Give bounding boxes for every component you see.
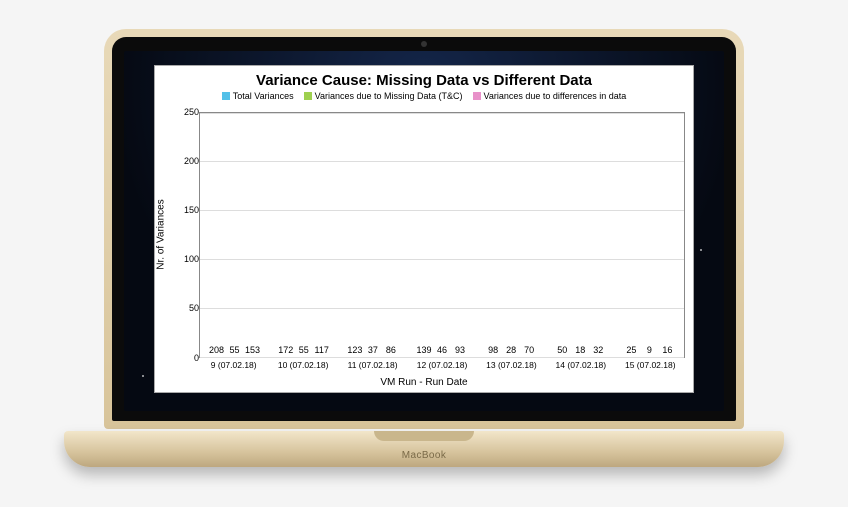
y-axis-label: Nr. of Variances bbox=[156, 199, 167, 269]
bar-value-label: 86 bbox=[386, 345, 396, 355]
x-axis-ticks: 9 (07.02.18) 10 (07.02.18) 11 (07.02.18) 12… bbox=[199, 360, 685, 374]
bar-value-label: 46 bbox=[437, 345, 447, 355]
chart-title: Variance Cause: Missing Data vs Differen… bbox=[155, 72, 693, 89]
y-tick-label: 100 bbox=[177, 254, 199, 264]
bar-value-label: 28 bbox=[506, 345, 516, 355]
x-tick-label: 13 (07.02.18) bbox=[486, 360, 537, 370]
legend-item: Variances due to Missing Data (T&C) bbox=[304, 91, 463, 101]
bar-value-label: 9 bbox=[647, 345, 652, 355]
bar-value-label: 208 bbox=[209, 345, 224, 355]
bar-value-label: 55 bbox=[299, 345, 309, 355]
trackpad-notch bbox=[374, 431, 474, 441]
bar-value-label: 16 bbox=[662, 345, 672, 355]
x-tick-label: 11 (07.02.18) bbox=[348, 360, 398, 370]
screen-bezel: Variance Cause: Missing Data vs Differen… bbox=[112, 37, 736, 421]
laptop-frame: Variance Cause: Missing Data vs Differen… bbox=[64, 29, 784, 479]
legend-label: Total Variances bbox=[233, 91, 294, 101]
chart-panel: Variance Cause: Missing Data vs Differen… bbox=[154, 65, 694, 393]
gridline bbox=[200, 161, 684, 162]
camera-dot bbox=[421, 41, 427, 47]
legend-swatch bbox=[473, 92, 481, 100]
gridline bbox=[200, 308, 684, 309]
bar-value-label: 117 bbox=[315, 345, 329, 355]
legend-swatch bbox=[222, 92, 230, 100]
bar-value-label: 139 bbox=[416, 345, 431, 355]
bar-value-label: 93 bbox=[455, 345, 465, 355]
y-tick-label: 200 bbox=[177, 156, 199, 166]
laptop-lid: Variance Cause: Missing Data vs Differen… bbox=[104, 29, 744, 429]
bar-value-label: 172 bbox=[278, 345, 293, 355]
x-tick-label: 10 (07.02.18) bbox=[278, 360, 329, 370]
stage: Variance Cause: Missing Data vs Differen… bbox=[0, 0, 848, 507]
gridline bbox=[200, 210, 684, 211]
laptop-base: MacBook bbox=[64, 431, 784, 467]
bar-value-label: 55 bbox=[230, 345, 240, 355]
x-tick-label: 15 (07.02.18) bbox=[625, 360, 676, 370]
legend-swatch bbox=[304, 92, 312, 100]
y-tick-label: 150 bbox=[177, 205, 199, 215]
chart-legend: Total Variances Variances due to Missing … bbox=[155, 91, 693, 101]
bar-value-label: 153 bbox=[245, 345, 260, 355]
y-tick-label: 0 bbox=[177, 353, 199, 363]
y-tick-label: 250 bbox=[177, 107, 199, 117]
gridline bbox=[200, 259, 684, 260]
legend-label: Variances due to Missing Data (T&C) bbox=[315, 91, 463, 101]
bar-value-label: 50 bbox=[557, 345, 567, 355]
bar-value-label: 18 bbox=[575, 345, 585, 355]
y-tick-label: 50 bbox=[177, 303, 199, 313]
y-axis-ticks: 050100150200250 bbox=[181, 112, 199, 358]
star-icon bbox=[142, 375, 144, 377]
bar-value-label: 25 bbox=[626, 345, 636, 355]
bar-value-label: 123 bbox=[347, 345, 362, 355]
x-tick-label: 14 (07.02.18) bbox=[556, 360, 607, 370]
legend-item: Variances due to differences in data bbox=[473, 91, 627, 101]
bar-value-label: 32 bbox=[593, 345, 603, 355]
star-icon bbox=[700, 249, 702, 251]
brand-label: MacBook bbox=[402, 450, 447, 461]
gridline bbox=[200, 357, 684, 358]
x-axis-label: VM Run - Run Date bbox=[155, 377, 693, 388]
legend-label: Variances due to differences in data bbox=[484, 91, 627, 101]
bar-value-label: 37 bbox=[368, 345, 378, 355]
desktop-wallpaper: Variance Cause: Missing Data vs Differen… bbox=[124, 51, 724, 411]
x-tick-label: 12 (07.02.18) bbox=[417, 360, 468, 370]
legend-item: Total Variances bbox=[222, 91, 294, 101]
plot-area: 208 55 153 172 55 117 123 37 86 139 46 93 98 28 70 50 18… bbox=[199, 112, 685, 358]
bar-value-label: 98 bbox=[488, 345, 498, 355]
plot-area-wrap: 208 55 153 172 55 117 123 37 86 139 46 93 98 28 70 50 18… bbox=[199, 112, 685, 358]
x-tick-label: 9 (07.02.18) bbox=[211, 360, 257, 370]
gridline bbox=[200, 113, 684, 114]
bar-value-label: 70 bbox=[524, 345, 534, 355]
